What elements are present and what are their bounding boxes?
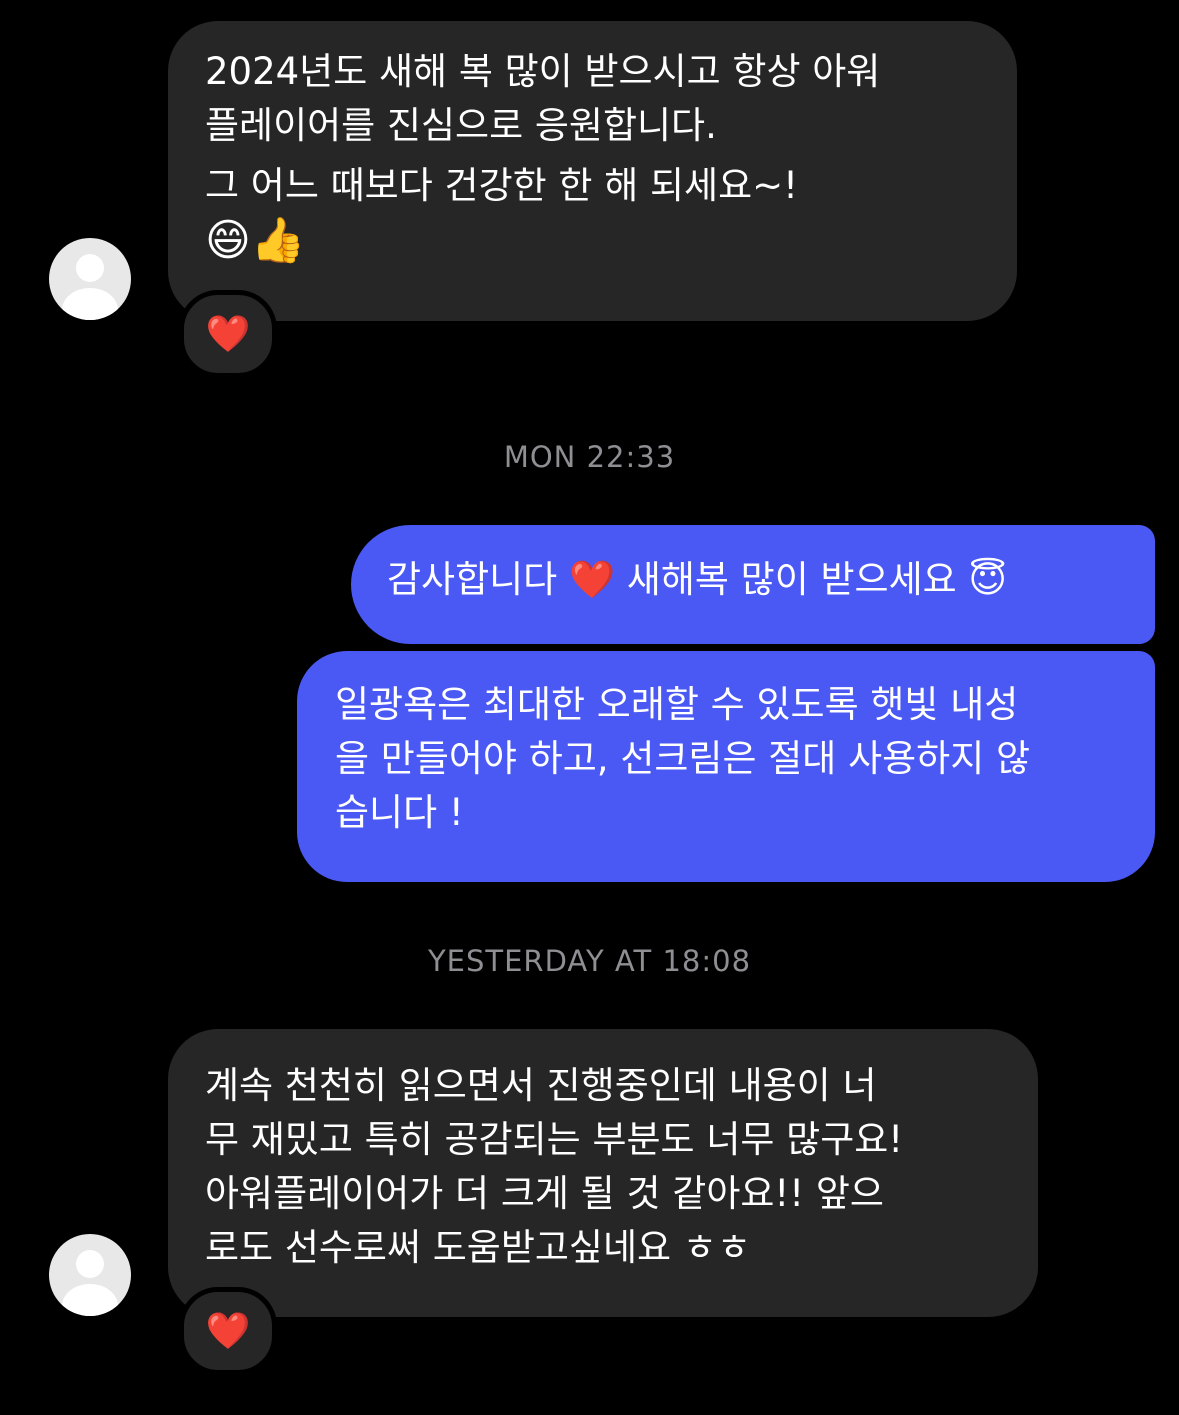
message-line: 습니다 !	[335, 791, 464, 834]
heart-reaction[interactable]: ❤️	[179, 1287, 277, 1375]
message-text: 감사합니다 ❤️ 새해복 많이 받으세요 😇	[387, 558, 1008, 601]
message-line: 로도 선수로써 도움받고싶네요 ㅎㅎ	[205, 1226, 751, 1269]
timestamp-divider: MON 22:33	[503, 440, 676, 474]
message-line: 을 만들어야 하고, 선크림은 절대 사용하지 않	[335, 737, 1031, 780]
avatar-head-shape	[76, 254, 104, 282]
heart-icon: ❤️	[205, 1311, 251, 1352]
message-line: 2024년도 새해 복 많이 받으시고 항상 아워	[205, 50, 881, 93]
outgoing-message-bubble[interactable]: 일광욕은 최대한 오래할 수 있도록 햇빛 내성 을 만들어야 하고, 선크림은…	[297, 651, 1155, 882]
message-line: 아워플레이어가 더 크게 될 것 같아요!! 앞으	[205, 1172, 884, 1215]
sender-avatar[interactable]	[49, 1234, 131, 1316]
incoming-message-bubble[interactable]: 2024년도 새해 복 많이 받으시고 항상 아워 플레이어를 진심으로 응원합…	[168, 21, 1017, 321]
incoming-message-bubble[interactable]: 계속 천천히 읽으면서 진행중인데 내용이 너 무 재밌고 특히 공감되는 부분…	[168, 1029, 1038, 1317]
message-line: 무 재밌고 특히 공감되는 부분도 너무 많구요!	[205, 1118, 904, 1161]
heart-reaction[interactable]: ❤️	[179, 290, 277, 378]
outgoing-message-bubble[interactable]: 감사합니다 ❤️ 새해복 많이 받으세요 😇	[351, 525, 1155, 644]
heart-icon: ❤️	[205, 314, 251, 355]
sender-avatar[interactable]	[49, 238, 131, 320]
message-emoji: 😄👍	[205, 215, 306, 266]
avatar-body-shape	[62, 288, 118, 320]
avatar-head-shape	[76, 1250, 104, 1278]
message-line: 플레이어를 진심으로 응원합니다.	[205, 104, 717, 147]
message-line: 그 어느 때보다 건강한 한 해 되세요~!	[205, 164, 798, 207]
message-line: 계속 천천히 읽으면서 진행중인데 내용이 너	[205, 1064, 877, 1107]
timestamp-divider: YESTERDAY AT 18:08	[427, 944, 752, 978]
avatar-body-shape	[62, 1284, 118, 1316]
message-line: 일광욕은 최대한 오래할 수 있도록 햇빛 내성	[335, 683, 1019, 726]
